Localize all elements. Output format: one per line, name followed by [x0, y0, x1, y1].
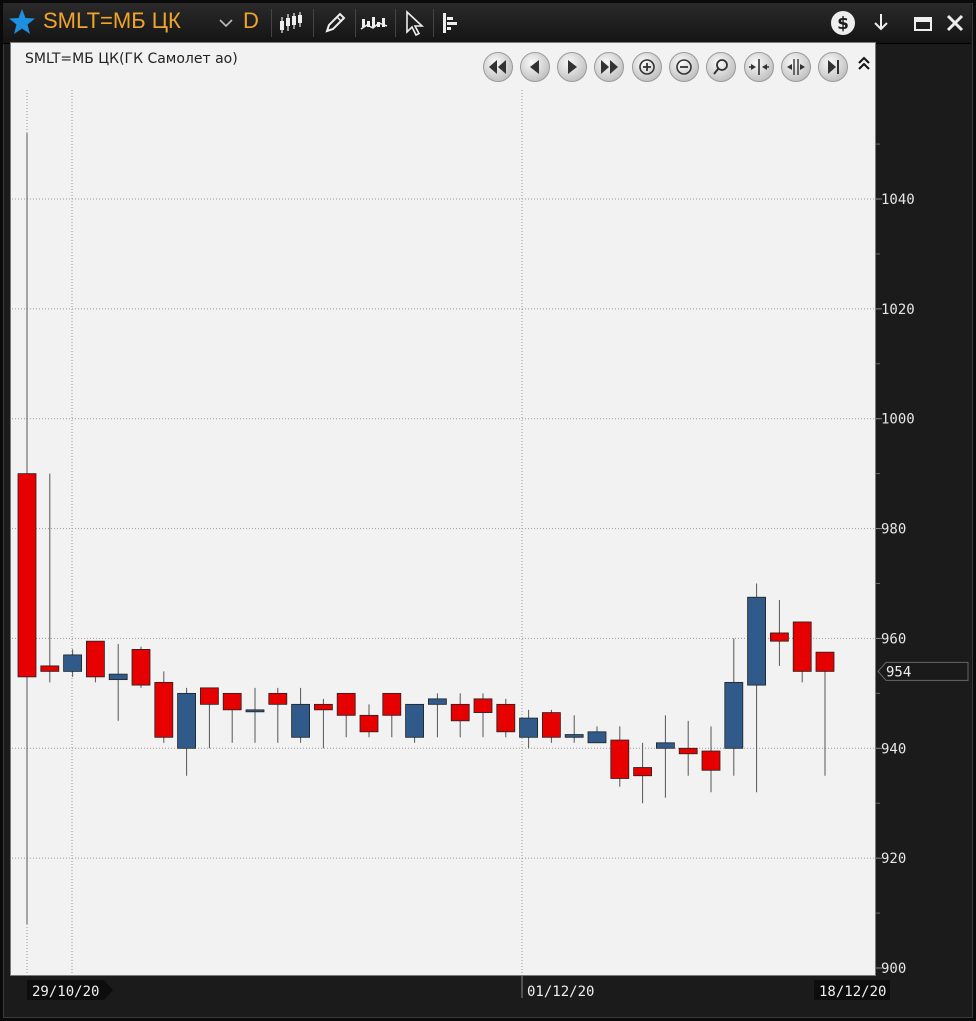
candle-body	[63, 654, 82, 672]
candle-body	[313, 703, 333, 711]
step-back-button[interactable]	[519, 51, 551, 83]
x-date-label: 18/12/20	[819, 984, 886, 1000]
y-tick-label: 920	[881, 851, 906, 867]
zoom-out-button[interactable]	[668, 51, 700, 83]
zoom-fit-button[interactable]	[705, 51, 737, 83]
candle-body	[656, 742, 675, 749]
candle-body	[450, 703, 470, 722]
y-tick-label: 940	[881, 741, 906, 757]
candle-body	[177, 692, 197, 749]
candle-body	[199, 687, 219, 705]
candle-body	[245, 709, 265, 713]
rewind-start-icon	[483, 52, 513, 82]
candle-body	[154, 681, 174, 738]
zoom-fit-icon	[706, 52, 736, 82]
candle-body	[473, 698, 493, 713]
candle-body	[519, 717, 538, 738]
candle-body	[633, 767, 652, 777]
candle-body	[382, 692, 402, 716]
candle-body	[222, 692, 242, 711]
fast-forward-button[interactable]	[593, 51, 625, 83]
candle-body	[770, 632, 789, 642]
step-forward-icon	[557, 52, 587, 82]
candle-body	[496, 703, 516, 733]
candle-body	[336, 692, 356, 716]
candle-body	[131, 649, 151, 686]
current-price-label: 954	[886, 664, 911, 680]
zoom-in-button[interactable]	[631, 51, 663, 83]
compress-button[interactable]	[743, 51, 775, 83]
candle-body	[792, 621, 812, 672]
expand-button[interactable]	[780, 51, 812, 83]
candle-body	[610, 739, 630, 779]
zoom-in-icon	[632, 52, 662, 82]
y-tick-label: 1040	[881, 192, 915, 208]
collapse-up-icon[interactable]	[856, 55, 872, 75]
candle-body	[542, 712, 561, 738]
candle-body	[587, 731, 607, 744]
candle-body	[86, 640, 105, 678]
y-tick-label: 960	[881, 631, 906, 647]
y-tick-label: 1020	[881, 302, 915, 318]
candle-body	[359, 714, 379, 733]
candle-body	[747, 596, 766, 686]
rewind-start-button[interactable]	[482, 51, 514, 83]
zoom-out-icon	[669, 52, 699, 82]
go-to-end-button[interactable]	[817, 51, 849, 83]
candle-body	[17, 473, 37, 678]
candlestick-chart[interactable]: 900 920 940 960 980 1000 1020 1040 954 29/10/20 01…	[0, 0, 976, 1021]
expand-icon	[781, 52, 811, 82]
candle-body	[724, 681, 744, 749]
candle-body	[108, 673, 128, 681]
candle-body	[291, 703, 311, 738]
x-date-label: 01/12/20	[527, 984, 594, 1000]
go-to-end-icon	[818, 52, 848, 82]
candle-body	[815, 651, 835, 672]
fast-forward-icon	[594, 52, 624, 82]
candle-body	[427, 698, 447, 705]
candle-body	[405, 703, 425, 738]
step-forward-button[interactable]	[556, 51, 588, 83]
compress-icon	[744, 52, 774, 82]
candle-body	[268, 692, 288, 705]
y-tick-label: 1000	[881, 412, 915, 428]
x-date-label: 29/10/20	[32, 984, 99, 1000]
y-tick-label: 980	[881, 522, 906, 538]
candle-body	[40, 665, 60, 672]
candle-body	[678, 747, 698, 755]
y-tick-label: 900	[881, 961, 906, 977]
candle-body	[564, 734, 584, 738]
instrument-label: SMLT=МБ ЦК(ГК Самолет ао)	[25, 51, 238, 67]
candle-body	[701, 750, 721, 771]
step-back-icon	[520, 52, 550, 82]
